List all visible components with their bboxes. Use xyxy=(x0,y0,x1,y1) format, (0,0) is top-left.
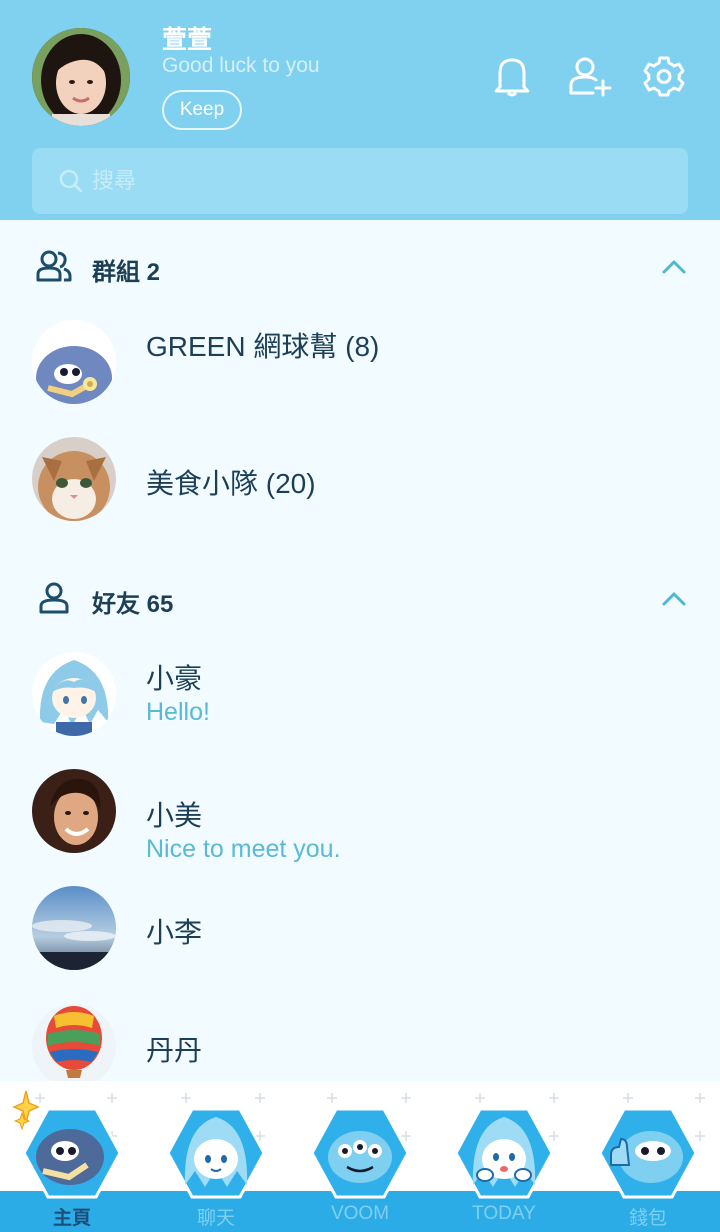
chevron-up-icon[interactable] xyxy=(660,586,688,610)
friend-avatar xyxy=(32,1004,116,1088)
friend-name: 小美 xyxy=(146,800,203,831)
friend-name: 小豪 xyxy=(146,663,203,694)
group-avatar xyxy=(32,320,116,404)
profile-status-message[interactable]: Good luck to you xyxy=(162,54,320,78)
group-row[interactable]: GREEN 網球幫 (8) xyxy=(0,320,720,430)
friends-section-title: 好友 65 xyxy=(92,591,174,618)
bottom-tab-bar: 主頁 聊天 VOOM TODAY 錢包 xyxy=(0,1081,720,1232)
friend-name: 丹丹 xyxy=(146,1035,203,1066)
group-name: 美食小隊 (20) xyxy=(146,468,316,499)
tab-chat[interactable]: 聊天 xyxy=(144,1081,288,1232)
group-icon xyxy=(36,250,72,282)
search-icon xyxy=(59,169,83,193)
tab-today[interactable]: TODAY xyxy=(432,1081,576,1232)
friend-name: 小李 xyxy=(146,917,203,948)
add-friend-icon[interactable] xyxy=(566,52,614,100)
keep-button[interactable]: Keep xyxy=(162,90,242,130)
friend-avatar xyxy=(32,652,116,736)
friend-row[interactable]: 小美 Nice to meet you. xyxy=(0,769,720,879)
tab-label: 聊天 xyxy=(196,1208,235,1229)
groups-section-title: 群組 2 xyxy=(92,259,161,286)
search-bar[interactable] xyxy=(32,148,688,214)
friend-avatar xyxy=(32,886,116,970)
search-input[interactable] xyxy=(92,164,652,198)
tab-label: 主頁 xyxy=(52,1208,91,1229)
tab-wallet[interactable]: 錢包 xyxy=(576,1081,720,1232)
profile-header: 萱萱 Good luck to you Keep xyxy=(0,0,720,220)
tab-home[interactable]: 主頁 xyxy=(0,1081,144,1232)
group-avatar xyxy=(32,437,116,521)
profile-avatar[interactable] xyxy=(32,28,130,126)
chevron-up-icon[interactable] xyxy=(660,254,688,278)
friend-status: Nice to meet you. xyxy=(146,835,341,863)
group-name: GREEN 網球幫 (8) xyxy=(146,331,380,362)
friend-row[interactable]: 小豪 Hello! xyxy=(0,652,720,762)
friend-avatar xyxy=(32,769,116,853)
tab-label: TODAY xyxy=(472,1203,536,1224)
bell-icon[interactable] xyxy=(488,52,536,100)
tab-label: VOOM xyxy=(330,1203,390,1224)
tab-voom[interactable]: VOOM xyxy=(288,1081,432,1232)
profile-name: 萱萱 xyxy=(162,26,213,54)
friend-row[interactable]: 小李 xyxy=(0,886,720,996)
gear-icon[interactable] xyxy=(640,52,688,100)
person-icon xyxy=(39,582,69,614)
friends-section-header[interactable]: 好友 65 xyxy=(0,568,720,628)
tab-label: 錢包 xyxy=(628,1208,667,1229)
group-row[interactable]: 美食小隊 (20) xyxy=(0,437,720,547)
groups-section-header[interactable]: 群組 2 xyxy=(0,236,720,296)
friend-status: Hello! xyxy=(146,698,210,726)
